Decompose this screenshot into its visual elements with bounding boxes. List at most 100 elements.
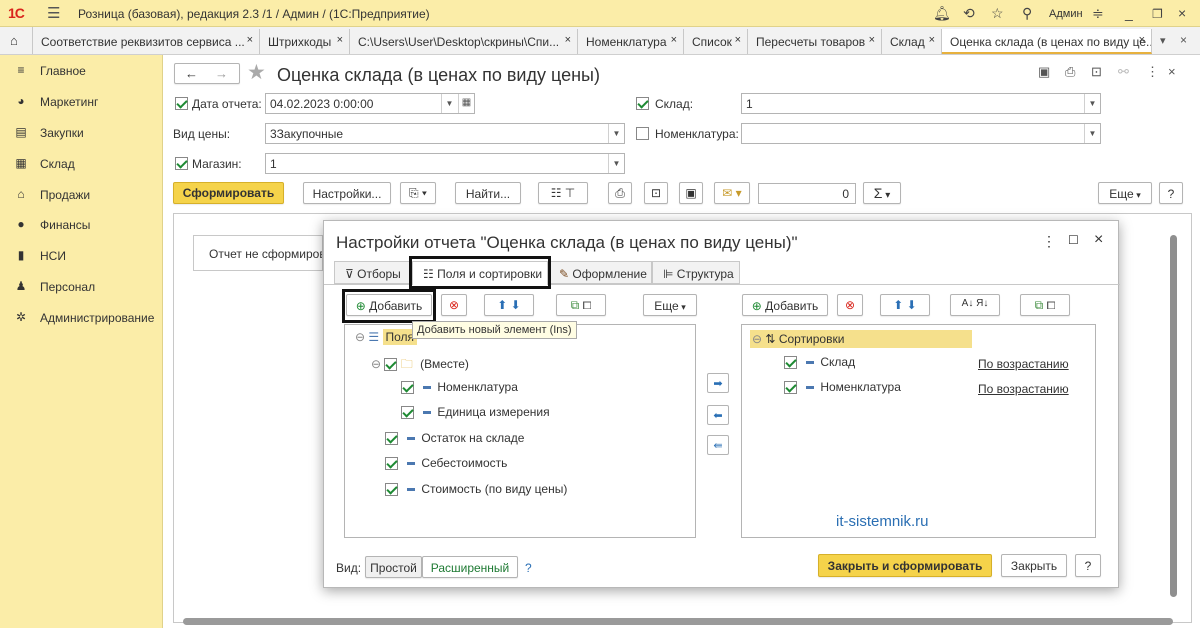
close-icon[interactable]: ×	[869, 34, 875, 46]
table-row[interactable]: Номенклатура	[784, 380, 901, 395]
close-icon[interactable]: ×	[671, 34, 677, 46]
delete-sorting-button[interactable]: ⊗	[837, 294, 863, 316]
maximize-icon[interactable]: ☐	[1068, 233, 1079, 247]
sorting-check-button[interactable]: ⧉ ⧠	[1020, 294, 1070, 316]
tab-structure[interactable]: ⊫ Структура	[652, 261, 740, 284]
close-icon[interactable]: ×	[565, 34, 571, 46]
list-item[interactable]: Единица измерения	[401, 405, 550, 420]
home-tab[interactable]: ⌂	[0, 27, 33, 54]
sort-order-link[interactable]: По возрастанию	[978, 382, 1069, 396]
sidebar-item-marketing[interactable]: ◕ Маркетинг	[0, 90, 162, 116]
report-date-checkbox[interactable]	[175, 97, 188, 110]
close-all-icon[interactable]: ×	[1180, 33, 1187, 47]
preview-icon[interactable]: ⊡	[1091, 64, 1102, 80]
tab-warehouse-valuation[interactable]: Оценка склада (в ценах по виду це... ×	[942, 29, 1152, 54]
tab-recounts[interactable]: Пересчеты товаров ×	[748, 29, 882, 54]
chevron-down-icon[interactable]: ▼	[608, 124, 624, 143]
notifications-icon[interactable]: 🔔︎	[933, 5, 951, 22]
view-extended-button[interactable]: Расширенный	[422, 556, 518, 578]
move-left-button[interactable]: ⬅	[707, 405, 729, 425]
close-form-icon[interactable]: ×	[1168, 64, 1176, 79]
sidebar-item-finance[interactable]: ● Финансы	[0, 213, 162, 239]
store-field[interactable]: 1 ▼	[265, 153, 625, 174]
list-item[interactable]: Остаток на складе	[385, 431, 524, 446]
chevron-down-icon[interactable]: ▼	[441, 94, 457, 113]
help-button[interactable]: ?	[1159, 182, 1183, 204]
fields-tree[interactable]: ⊖ ☰ Поля ⊖ 🗀︎ (Вместе) Номенклатура Един…	[344, 324, 696, 538]
sorting-tree[interactable]: ⊖ ⇅ Сортировки Склад По возрастанию Номе…	[741, 324, 1096, 538]
tab-list[interactable]: Список ×	[684, 29, 748, 54]
settings-icon[interactable]: ≑	[1092, 5, 1104, 22]
close-icon[interactable]: ×	[247, 34, 253, 46]
tab-appearance[interactable]: ✎ Оформление	[548, 261, 652, 284]
item-checkbox[interactable]	[385, 483, 398, 497]
find-button[interactable]: Найти...	[455, 182, 521, 204]
restore-icon[interactable]: ❐	[1152, 7, 1163, 21]
calendar-icon[interactable]: ▦	[458, 94, 474, 113]
check-uncheck-button[interactable]: ⧉ ⧠	[556, 294, 606, 316]
nomenclature-field[interactable]: ▼	[741, 123, 1101, 144]
sidebar-item-sales[interactable]: ⌂ Продажи	[0, 183, 162, 209]
move-up-down-button[interactable]: ⬆ ⬇	[484, 294, 534, 316]
list-item[interactable]: ⊖ 🗀︎ (Вместе)	[371, 355, 469, 376]
list-item[interactable]: Себестоимость	[385, 456, 507, 471]
close-icon[interactable]: ×	[1139, 34, 1145, 46]
more-vert-icon[interactable]: ⋮	[1042, 233, 1056, 250]
sidebar-item-personnel[interactable]: ♟ Персонал	[0, 275, 162, 301]
move-right-button[interactable]: ➡	[707, 373, 729, 393]
price-type-field[interactable]: 3Закупочные ▼	[265, 123, 625, 144]
item-checkbox[interactable]	[384, 358, 398, 372]
tab-nomenclature[interactable]: Номенклатура ×	[578, 29, 684, 54]
generate-button[interactable]: Сформировать	[173, 182, 284, 204]
horizontal-scrollbar[interactable]	[183, 618, 1173, 625]
print-button[interactable]: ⎙	[608, 182, 632, 204]
save-button[interactable]: ▣	[679, 182, 703, 204]
sum-field[interactable]: 0	[758, 183, 856, 204]
more-vert-icon[interactable]: ⋮	[1146, 64, 1159, 80]
favorites-icon[interactable]: ☆	[991, 5, 1004, 22]
item-checkbox[interactable]	[385, 457, 398, 471]
item-checkbox[interactable]	[401, 381, 414, 395]
view-help-link[interactable]: ?	[525, 561, 532, 575]
sorting-up-down-button[interactable]: ⬆ ⬇	[880, 294, 930, 316]
tabs-dropdown-icon[interactable]: ▾	[1160, 34, 1166, 47]
table-row[interactable]: Склад	[784, 355, 855, 370]
close-button[interactable]: Закрыть	[1001, 554, 1067, 577]
scrollbar-thumb[interactable]	[1170, 235, 1177, 597]
chevron-down-icon[interactable]: ▼	[608, 154, 624, 173]
dialog-more-button[interactable]: Еще ▾	[643, 294, 697, 316]
warehouse-checkbox[interactable]	[636, 97, 649, 110]
search-icon[interactable]: ⚲	[1022, 5, 1032, 22]
sum-button[interactable]: Σ ▾	[863, 182, 901, 204]
item-checkbox[interactable]	[784, 356, 797, 370]
item-checkbox[interactable]	[385, 432, 398, 446]
sort-order-link[interactable]: По возрастанию	[978, 357, 1069, 371]
chevron-down-icon[interactable]: ▼	[1084, 94, 1100, 113]
email-button[interactable]: ✉ ▾	[714, 182, 750, 204]
arrow-left-icon[interactable]: ←	[185, 66, 198, 81]
item-checkbox[interactable]	[401, 406, 414, 420]
list-item[interactable]: Номенклатура	[401, 380, 518, 395]
sidebar-item-warehouse[interactable]: ▦ Склад	[0, 152, 162, 178]
help-button[interactable]: ?	[1075, 554, 1101, 577]
tab-requisites[interactable]: Соответствие реквизитов сервиса ... ×	[33, 29, 260, 54]
sidebar-item-purchases[interactable]: ▤ Закупки	[0, 121, 162, 147]
tab-filters[interactable]: ⊽ Отборы	[334, 261, 412, 284]
history-icon[interactable]: ⟲	[963, 5, 975, 22]
list-item[interactable]: Стоимость (по виду цены)	[385, 482, 567, 497]
more-button[interactable]: Еще ▾	[1098, 182, 1152, 204]
close-icon[interactable]: ×	[1094, 231, 1103, 249]
minimize-icon[interactable]: _	[1125, 5, 1133, 21]
warehouse-field[interactable]: 1 ▼	[741, 93, 1101, 114]
sidebar-item-main[interactable]: ≡ Главное	[0, 59, 162, 85]
report-date-field[interactable]: 04.02.2023 0:00:00 ▼ ▦	[265, 93, 475, 114]
list-item[interactable]: ⊖ ⇅ Сортировки	[750, 330, 972, 348]
print-icon[interactable]: ⎙	[1065, 64, 1075, 80]
move-all-left-button[interactable]: ⇚	[707, 435, 729, 455]
vertical-scrollbar[interactable]	[1169, 217, 1178, 607]
delete-button[interactable]: ⊗	[441, 294, 467, 316]
close-icon[interactable]: ×	[929, 34, 935, 46]
sort-direction-button[interactable]: A↓ Я↓	[950, 294, 1000, 316]
user-name[interactable]: Админ	[1049, 8, 1083, 20]
sidebar-item-admin[interactable]: ✲ Администрирование	[0, 306, 162, 332]
